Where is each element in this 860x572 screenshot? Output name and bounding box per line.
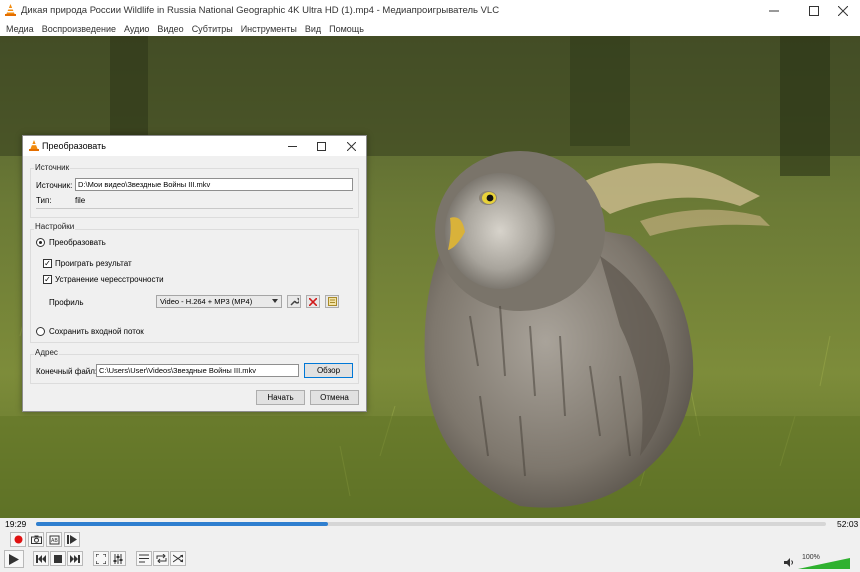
total-time: 52:03 (837, 519, 859, 529)
seek-row: 19:29 52:03 (0, 518, 860, 530)
previous-icon (36, 554, 46, 563)
convert-radio[interactable] (36, 238, 45, 247)
next-icon (70, 554, 80, 563)
profile-select[interactable]: Video - H.264 + MP3 (MP4) (156, 295, 282, 308)
equalizer-icon (113, 553, 123, 564)
destination-group-label: Адрес (34, 348, 59, 357)
play-result-label: Проиграть результат (55, 259, 132, 268)
browse-button[interactable]: Обзор (304, 363, 353, 378)
menu-tools[interactable]: Инструменты (241, 24, 297, 34)
shuffle-icon (173, 554, 183, 563)
profile-select-value: Video - H.264 + MP3 (MP4) (160, 297, 253, 306)
menu-media[interactable]: Медиа (6, 24, 34, 34)
dialog-maximize-button[interactable] (307, 136, 335, 156)
profile-label: Профиль (49, 298, 84, 307)
edit-profile-button[interactable] (287, 295, 301, 308)
window-title: Дикая природа России Wildlife in Russia … (21, 5, 500, 16)
close-button[interactable] (826, 0, 860, 21)
destination-file-field[interactable]: C:\Users\User\Videos\Звездные Войны III.… (96, 364, 299, 377)
destination-file-label: Конечный файл: (36, 367, 98, 376)
delete-profile-button[interactable] (306, 295, 320, 308)
extended-settings-button[interactable] (110, 551, 126, 566)
menu-bar: Медиа Воспроизведение Аудио Видео Субтит… (0, 21, 860, 36)
playlist-button[interactable] (136, 551, 152, 566)
loop-button[interactable] (153, 551, 169, 566)
snapshot-button[interactable] (28, 532, 44, 547)
loop-ab-button[interactable]: AB (46, 532, 62, 547)
cancel-button[interactable]: Отмена (310, 390, 359, 405)
menu-view[interactable]: Вид (305, 24, 321, 34)
camera-icon (30, 535, 42, 544)
minimize-button[interactable] (757, 0, 791, 21)
control-bar: AB 100% (0, 530, 860, 572)
wrench-icon (289, 297, 299, 306)
playlist-icon (139, 554, 149, 563)
type-value: file (75, 196, 86, 205)
deinterlace-label: Устранение чересстрочности (55, 275, 164, 284)
play-button[interactable] (4, 550, 24, 568)
deinterlace-checkbox[interactable]: ✓ (43, 275, 52, 284)
frame-step-button[interactable] (64, 532, 80, 547)
dialog-close-button[interactable] (337, 136, 365, 156)
next-button[interactable] (67, 551, 83, 566)
stop-icon (54, 554, 62, 563)
menu-subtitles[interactable]: Субтитры (192, 24, 233, 34)
menu-audio[interactable]: Аудио (124, 24, 149, 34)
menu-playback[interactable]: Воспроизведение (42, 24, 116, 34)
convert-radio-label: Преобразовать (49, 238, 106, 247)
start-button[interactable]: Начать (256, 390, 305, 405)
type-label: Тип: (36, 196, 52, 205)
new-profile-button[interactable] (325, 295, 339, 308)
record-icon (14, 535, 22, 544)
current-time: 19:29 (5, 519, 27, 529)
previous-button[interactable] (33, 551, 49, 566)
source-group-label: Источник (34, 163, 71, 172)
seek-slider[interactable] (36, 522, 826, 526)
menu-video[interactable]: Видео (157, 24, 183, 34)
fullscreen-button[interactable] (93, 551, 109, 566)
dialog-titlebar: Преобразовать (23, 136, 366, 156)
dialog-minimize-button[interactable] (278, 136, 306, 156)
loop-icon (156, 554, 166, 563)
loop-ab-icon: AB (49, 535, 59, 544)
menu-help[interactable]: Помощь (329, 24, 364, 34)
stop-button[interactable] (50, 551, 66, 566)
volume-slider[interactable] (798, 558, 850, 569)
vlc-cone-icon (5, 3, 16, 18)
vlc-cone-icon (29, 140, 39, 153)
play-result-checkbox[interactable]: ✓ (43, 259, 52, 268)
new-profile-icon (327, 297, 337, 306)
dialog-title: Преобразовать (42, 141, 106, 151)
delete-icon (309, 297, 317, 306)
source-label: Источник: (36, 181, 73, 190)
keep-stream-radio[interactable] (36, 327, 45, 336)
frame-step-icon (67, 535, 77, 544)
record-button[interactable] (10, 532, 26, 547)
seek-progress (36, 522, 329, 526)
volume-icon[interactable] (784, 558, 794, 569)
keep-stream-label: Сохранить входной поток (49, 327, 144, 336)
convert-dialog: Преобразовать Источник Источник: D:\Мои … (22, 135, 367, 412)
window-titlebar: Дикая природа России Wildlife in Russia … (0, 0, 860, 21)
settings-group-label: Настройки (34, 222, 76, 231)
source-field[interactable]: D:\Мои видео\Звездные Войны III.mkv (75, 178, 353, 191)
fullscreen-icon (96, 553, 106, 564)
play-icon (9, 553, 19, 565)
shuffle-button[interactable] (170, 551, 186, 566)
svg-text:AB: AB (51, 538, 58, 544)
chevron-down-icon (272, 299, 278, 303)
source-group (30, 168, 359, 218)
source-divider (36, 208, 353, 209)
